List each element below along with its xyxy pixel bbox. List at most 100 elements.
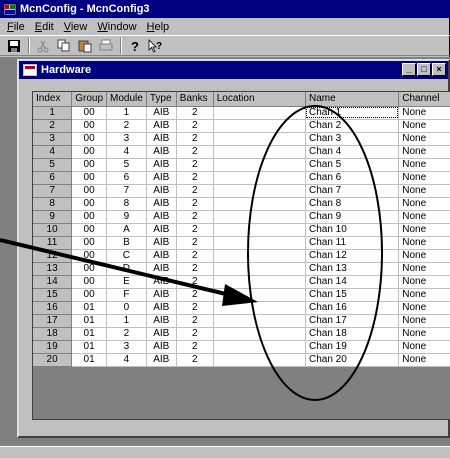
cell-index[interactable]: 4 bbox=[33, 145, 73, 159]
cell-name[interactable]: Chan 19 bbox=[305, 340, 400, 354]
cell-module[interactable]: B bbox=[106, 236, 147, 250]
cell-location[interactable] bbox=[213, 301, 306, 315]
table-row[interactable]: 15 00 F AIB 2 Chan 15 None bbox=[33, 288, 450, 302]
cell-banks[interactable]: 2 bbox=[176, 301, 214, 315]
cell-banks[interactable]: 2 bbox=[176, 184, 214, 198]
cell-channel[interactable]: None bbox=[398, 210, 450, 224]
cell-type[interactable]: AIB bbox=[146, 106, 177, 120]
table-row[interactable]: 19 01 3 AIB 2 Chan 19 None bbox=[33, 340, 450, 354]
table-row[interactable]: 5 00 5 AIB 2 Chan 5 None bbox=[33, 158, 450, 172]
cell-name[interactable]: Chan 6 bbox=[305, 171, 400, 185]
cell-group[interactable]: 01 bbox=[71, 327, 108, 341]
cell-type[interactable]: AIB bbox=[146, 210, 177, 224]
cell-banks[interactable]: 2 bbox=[176, 353, 214, 367]
cell-index[interactable]: 20 bbox=[33, 353, 73, 367]
cell-index[interactable]: 13 bbox=[33, 262, 73, 276]
table-row[interactable]: 16 01 0 AIB 2 Chan 16 None bbox=[33, 301, 450, 315]
cell-channel[interactable]: None bbox=[398, 288, 450, 302]
cell-channel[interactable]: None bbox=[398, 132, 450, 146]
cell-module[interactable]: 5 bbox=[106, 158, 147, 172]
cell-index[interactable]: 17 bbox=[33, 314, 73, 328]
menu-help[interactable]: Help bbox=[142, 21, 175, 33]
cell-banks[interactable]: 2 bbox=[176, 236, 214, 250]
cell-type[interactable]: AIB bbox=[146, 132, 177, 146]
cell-location[interactable] bbox=[213, 314, 306, 328]
cell-banks[interactable]: 2 bbox=[176, 288, 214, 302]
cell-module[interactable]: F bbox=[106, 288, 147, 302]
cell-channel[interactable]: None bbox=[398, 249, 450, 263]
cell-name[interactable]: Chan 5 bbox=[305, 158, 400, 172]
cell-type[interactable]: AIB bbox=[146, 197, 177, 211]
cell-index[interactable]: 3 bbox=[33, 132, 73, 146]
cell-banks[interactable]: 2 bbox=[176, 262, 214, 276]
cell-group[interactable]: 00 bbox=[71, 197, 108, 211]
cell-group[interactable]: 00 bbox=[71, 236, 108, 250]
table-row[interactable]: 8 00 8 AIB 2 Chan 8 None bbox=[33, 197, 450, 211]
cell-type[interactable]: AIB bbox=[146, 301, 177, 315]
cell-channel[interactable]: None bbox=[398, 158, 450, 172]
help-icon[interactable]: ? bbox=[125, 37, 145, 55]
cell-index[interactable]: 10 bbox=[33, 223, 73, 237]
cell-channel[interactable]: None bbox=[398, 275, 450, 289]
cell-channel[interactable]: None bbox=[398, 262, 450, 276]
maximize-button[interactable]: □ bbox=[417, 63, 431, 76]
column-header-module[interactable]: Module bbox=[106, 92, 147, 107]
minimize-button[interactable]: _ bbox=[402, 63, 416, 76]
cell-name[interactable]: Chan 15 bbox=[305, 288, 400, 302]
copy-icon[interactable] bbox=[54, 37, 74, 55]
table-row[interactable]: 10 00 A AIB 2 Chan 10 None bbox=[33, 223, 450, 237]
cell-group[interactable]: 00 bbox=[71, 210, 108, 224]
cell-module[interactable]: C bbox=[106, 249, 147, 263]
cell-location[interactable] bbox=[213, 236, 306, 250]
menu-window[interactable]: Window bbox=[92, 21, 141, 33]
cell-index[interactable]: 7 bbox=[33, 184, 73, 198]
cell-type[interactable]: AIB bbox=[146, 119, 177, 133]
cell-module[interactable]: E bbox=[106, 275, 147, 289]
cell-channel[interactable]: None bbox=[398, 197, 450, 211]
cell-group[interactable]: 00 bbox=[71, 171, 108, 185]
cell-banks[interactable]: 2 bbox=[176, 106, 214, 120]
cell-name[interactable]: Chan 20 bbox=[305, 353, 400, 367]
cell-location[interactable] bbox=[213, 353, 306, 367]
table-row[interactable]: 18 01 2 AIB 2 Chan 18 None bbox=[33, 327, 450, 341]
cell-location[interactable] bbox=[213, 223, 306, 237]
cell-name[interactable]: Chan 14 bbox=[305, 275, 400, 289]
cell-location[interactable] bbox=[213, 249, 306, 263]
cell-module[interactable]: 1 bbox=[106, 106, 147, 120]
cell-banks[interactable]: 2 bbox=[176, 197, 214, 211]
column-header-group[interactable]: Group bbox=[71, 92, 108, 107]
cell-module[interactable]: A bbox=[106, 223, 147, 237]
cell-index[interactable]: 11 bbox=[33, 236, 73, 250]
cell-channel[interactable]: None bbox=[398, 171, 450, 185]
cell-name[interactable]: Chan 4 bbox=[305, 145, 400, 159]
cell-channel[interactable]: None bbox=[398, 119, 450, 133]
cell-module[interactable]: 2 bbox=[106, 327, 147, 341]
cell-location[interactable] bbox=[213, 275, 306, 289]
cell-banks[interactable]: 2 bbox=[176, 314, 214, 328]
cell-group[interactable]: 00 bbox=[71, 132, 108, 146]
cell-banks[interactable]: 2 bbox=[176, 119, 214, 133]
cell-name[interactable]: Chan 11 bbox=[305, 236, 400, 250]
cell-type[interactable]: AIB bbox=[146, 327, 177, 341]
cell-location[interactable] bbox=[213, 145, 306, 159]
cell-module[interactable]: 1 bbox=[106, 314, 147, 328]
menu-edit[interactable]: Edit bbox=[30, 21, 59, 33]
cell-group[interactable]: 00 bbox=[71, 158, 108, 172]
table-row[interactable]: 14 00 E AIB 2 Chan 14 None bbox=[33, 275, 450, 289]
cell-channel[interactable]: None bbox=[398, 314, 450, 328]
cell-group[interactable]: 01 bbox=[71, 353, 108, 367]
context-help-icon[interactable]: ? bbox=[146, 37, 166, 55]
cell-module[interactable]: 4 bbox=[106, 353, 147, 367]
cell-location[interactable] bbox=[213, 262, 306, 276]
cell-module[interactable]: 9 bbox=[106, 210, 147, 224]
cell-banks[interactable]: 2 bbox=[176, 132, 214, 146]
cell-type[interactable]: AIB bbox=[146, 288, 177, 302]
cell-channel[interactable]: None bbox=[398, 353, 450, 367]
save-icon[interactable] bbox=[4, 37, 24, 55]
cell-banks[interactable]: 2 bbox=[176, 223, 214, 237]
table-row[interactable]: 4 00 4 AIB 2 Chan 4 None bbox=[33, 145, 450, 159]
column-header-type[interactable]: Type bbox=[146, 92, 177, 107]
cell-module[interactable]: 8 bbox=[106, 197, 147, 211]
close-button[interactable]: × bbox=[432, 63, 446, 76]
cell-name[interactable]: Chan 2 bbox=[305, 119, 400, 133]
